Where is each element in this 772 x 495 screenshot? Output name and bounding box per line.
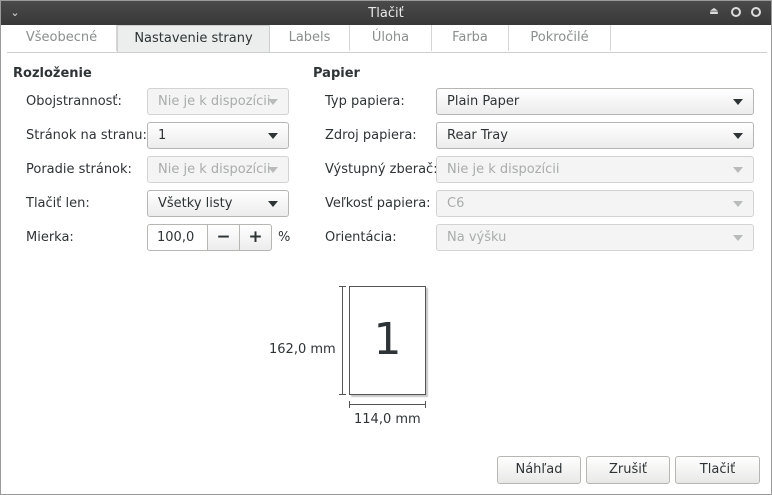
tab-color[interactable]: Farba <box>432 25 509 51</box>
orientation-label: Orientácia: <box>325 230 397 245</box>
tab-labels[interactable]: Labels <box>270 25 350 51</box>
page-preview: 1 <box>349 286 426 395</box>
chevron-down-icon <box>733 235 743 241</box>
close-icon[interactable] <box>751 6 761 17</box>
preview-height-label: 162,0 mm <box>269 342 336 357</box>
print-dialog: ⌄ Tlačiť ⏏ Všeobecné Nastavenie strany L… <box>0 0 772 495</box>
orientation-combo[interactable]: Na výšku <box>436 224 754 251</box>
window-menu-icon[interactable]: ⌄ <box>7 5 23 21</box>
duplex-label: Obojstrannosť: <box>26 94 122 109</box>
pages-per-side-combo[interactable]: 1 <box>147 122 289 149</box>
paper-source-value: Rear Tray <box>447 128 508 143</box>
paper-size-label: Veľkosť papiera: <box>325 196 431 211</box>
chevron-down-icon <box>268 133 278 139</box>
height-dimension-tick <box>339 286 346 287</box>
print-only-combo[interactable]: Všetky listy <box>147 190 289 217</box>
tab-advanced[interactable]: Pokročilé <box>509 25 611 51</box>
page-order-label: Poradie stránok: <box>26 162 132 177</box>
scale-increase-button[interactable]: + <box>240 224 272 251</box>
print-button[interactable]: Tlačiť <box>675 456 760 484</box>
cancel-button[interactable]: Zrušiť <box>586 456 670 484</box>
chevron-down-icon <box>733 201 743 207</box>
scale-unit: % <box>278 230 291 245</box>
paper-source-combo[interactable]: Rear Tray <box>436 122 754 149</box>
width-dimension-tick <box>425 401 426 408</box>
output-tray-combo[interactable]: Nie je k dispozícii <box>436 156 754 183</box>
output-tray-label: Výstupný zberač: <box>325 162 438 177</box>
scale-decrease-button[interactable]: − <box>208 224 240 251</box>
chevron-down-icon <box>733 99 743 105</box>
page-order-value: Nie je k dispozícii <box>158 162 271 177</box>
page-order-combo[interactable]: Nie je k dispozícii <box>147 156 289 183</box>
title-bar: ⌄ Tlačiť ⏏ <box>1 1 771 25</box>
print-only-value: Všetky listy <box>158 196 233 211</box>
chevron-down-icon <box>268 167 278 173</box>
window-title: Tlačiť <box>368 5 404 21</box>
preview-button[interactable]: Náhľad <box>497 456 581 484</box>
output-tray-value: Nie je k dispozícii <box>447 162 560 177</box>
width-dimension-line <box>349 404 426 405</box>
pages-per-side-label: Stránok na stranu: <box>26 128 147 143</box>
scale-label: Mierka: <box>26 230 74 245</box>
preview-page-number: 1 <box>373 314 402 365</box>
height-dimension-tick <box>339 394 346 395</box>
paper-size-value: C6 <box>447 196 465 211</box>
tab-page-setup[interactable]: Nastavenie strany <box>117 25 270 52</box>
scale-spinner: 100,0 − + <box>147 224 272 251</box>
chevron-down-icon <box>268 201 278 207</box>
paper-size-combo[interactable]: C6 <box>436 190 754 217</box>
print-only-label: Tlačiť len: <box>26 196 90 211</box>
tab-job[interactable]: Úloha <box>350 25 432 51</box>
orientation-value: Na výšku <box>447 230 507 245</box>
width-dimension-tick <box>349 401 350 408</box>
preview-width-label: 114,0 mm <box>354 412 421 427</box>
tab-bar: Všeobecné Nastavenie strany Labels Úloha… <box>7 25 767 53</box>
paper-type-value: Plain Paper <box>447 94 520 109</box>
shade-icon[interactable]: ⏏ <box>707 6 721 17</box>
paper-section-title: Papier <box>313 66 360 81</box>
paper-type-combo[interactable]: Plain Paper <box>436 88 754 115</box>
scale-input[interactable]: 100,0 <box>147 224 208 251</box>
chevron-down-icon <box>268 99 278 105</box>
pages-per-side-value: 1 <box>158 128 167 143</box>
tab-general[interactable]: Všeobecné <box>7 25 117 51</box>
paper-type-label: Typ papiera: <box>325 94 405 109</box>
chevron-down-icon <box>733 133 743 139</box>
paper-source-label: Zdroj papiera: <box>325 128 417 143</box>
maximize-icon[interactable] <box>731 6 741 17</box>
duplex-combo[interactable]: Nie je k dispozícii <box>147 88 289 115</box>
layout-section-title: Rozloženie <box>13 66 92 81</box>
height-dimension-line <box>342 286 343 395</box>
duplex-value: Nie je k dispozícii <box>158 94 271 109</box>
chevron-down-icon <box>733 167 743 173</box>
